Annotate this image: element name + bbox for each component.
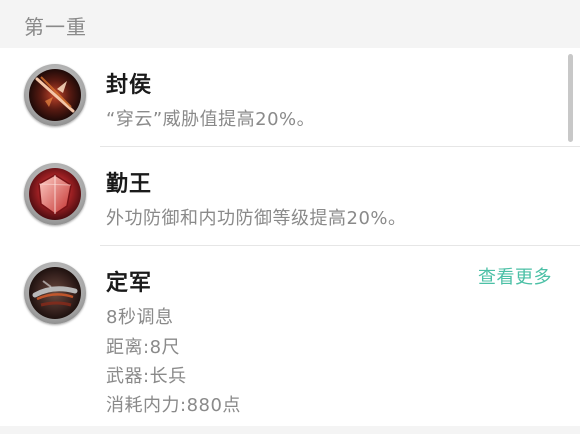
skill-list-screen: 第一重 封侯 “穿云”威胁值提高20%。 勤王 外功防御和内功防御等级提高20%… <box>0 0 580 434</box>
spear-strike-icon <box>24 64 86 126</box>
bottom-separator <box>0 426 580 434</box>
skill-name: 封侯 <box>106 73 153 98</box>
section-title: 第一重 <box>24 15 87 39</box>
view-more-link[interactable]: 查看更多 <box>478 263 552 289</box>
skill-cost: 消耗内力:880点 <box>106 395 241 416</box>
blade-slash-icon <box>24 262 86 324</box>
skill-name: 定军 <box>106 271 153 296</box>
skill-name: 勤王 <box>106 172 153 197</box>
skill-item-qinwang[interactable]: 勤王 外功防御和内功防御等级提高20%。 <box>0 147 580 245</box>
skill-weapon: 武器:长兵 <box>106 366 187 387</box>
skill-item-fenghou[interactable]: 封侯 “穿云”威胁值提高20%。 <box>0 48 580 146</box>
section-header: 第一重 <box>0 0 580 48</box>
skill-range: 距离:8尺 <box>106 337 181 358</box>
skill-description: “穿云”威胁值提高20%。 <box>106 109 316 130</box>
skill-description: 外功防御和内功防御等级提高20%。 <box>106 208 407 229</box>
scrollbar[interactable] <box>568 54 573 142</box>
skill-cooldown: 8秒调息 <box>106 307 174 328</box>
red-shield-icon <box>24 163 86 225</box>
